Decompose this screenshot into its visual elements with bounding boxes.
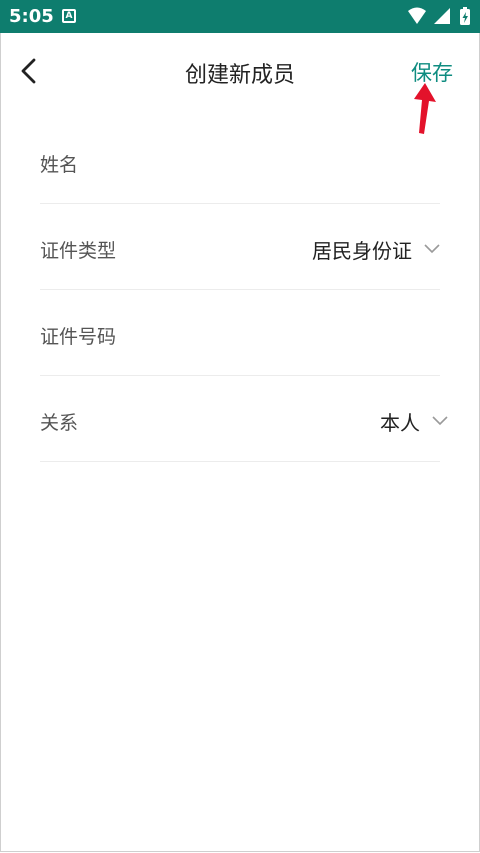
relation-label: 关系 (40, 412, 79, 434)
status-time: 5:05 (9, 6, 54, 27)
chevron-down-icon (432, 416, 448, 426)
id-number-label: 证件号码 (40, 326, 117, 348)
name-field[interactable]: 姓名 (40, 118, 440, 204)
member-form: 姓名 证件类型 居民身份证 证件号码 关系 本人 (40, 118, 448, 462)
relation-value: 本人 (380, 411, 420, 435)
system-icons (408, 7, 470, 25)
app-notification-icon: A (62, 9, 76, 23)
id-type-value: 居民身份证 (312, 239, 412, 263)
id-type-field[interactable]: 证件类型 居民身份证 (40, 204, 440, 290)
top-bar: 创建新成员 保存 (0, 33, 480, 107)
status-bar: 5:05 A (0, 0, 480, 33)
wifi-icon (408, 7, 426, 24)
chevron-down-icon (424, 244, 440, 254)
id-type-label: 证件类型 (40, 240, 117, 262)
battery-icon (460, 7, 470, 25)
relation-field[interactable]: 关系 本人 (40, 376, 448, 462)
id-number-field[interactable]: 证件号码 (40, 290, 440, 376)
page-title: 创建新成员 (184, 63, 295, 88)
signal-icon (434, 8, 450, 24)
name-label: 姓名 (40, 154, 79, 176)
